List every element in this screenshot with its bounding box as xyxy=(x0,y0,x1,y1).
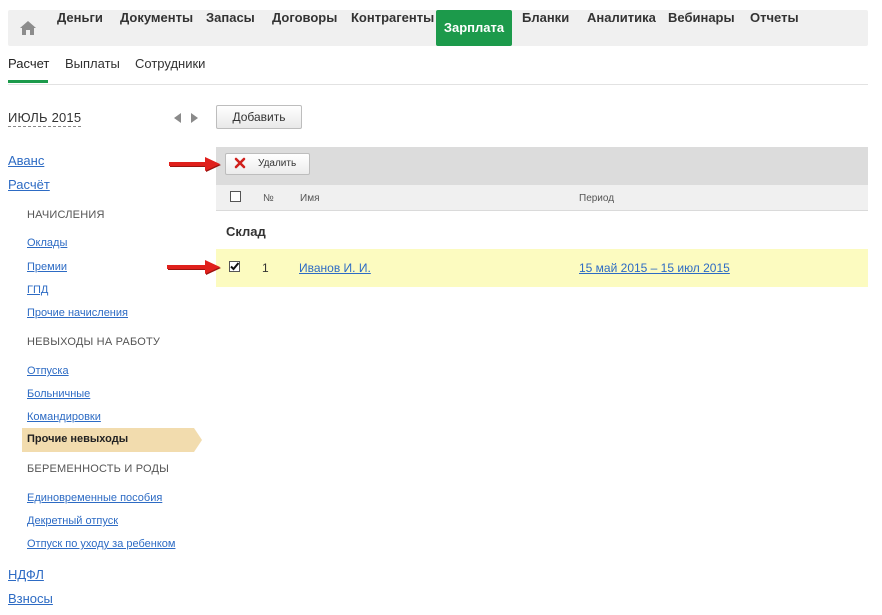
nav-documents[interactable]: Документы xyxy=(120,0,193,36)
sidebar-item-sick-leaves[interactable]: Больничные xyxy=(27,388,90,400)
sidebar-item-bonuses[interactable]: Премии xyxy=(27,261,67,273)
sidebar-item-salaries[interactable]: Оклады xyxy=(27,237,67,249)
sidebar-item-one-time-benefits[interactable]: Единовременные пособия xyxy=(27,492,162,504)
sidebar-item-maternity-leave[interactable]: Декретный отпуск xyxy=(27,515,118,527)
delete-x-icon xyxy=(234,157,246,169)
sidebar-link-contributions[interactable]: Взносы xyxy=(8,591,53,606)
annotation-arrow-icon xyxy=(169,157,221,172)
divider xyxy=(8,84,868,85)
nav-money[interactable]: Деньги xyxy=(57,0,103,36)
column-header-number: № xyxy=(263,193,274,204)
column-header-name: Имя xyxy=(300,193,320,204)
group-title: Склад xyxy=(226,224,266,239)
add-button[interactable]: Добавить xyxy=(216,105,302,129)
sidebar-item-other-accruals[interactable]: Прочие начисления xyxy=(27,307,128,319)
annotation-arrow-icon xyxy=(167,260,221,275)
tab-employees[interactable]: Сотрудники xyxy=(135,56,205,71)
next-month-icon[interactable] xyxy=(191,113,198,123)
sidebar-item-gpd[interactable]: ГПД xyxy=(27,284,48,296)
nav-salary[interactable]: Зарплата xyxy=(436,10,512,46)
prev-month-icon[interactable] xyxy=(174,113,181,123)
nav-webinars[interactable]: Вебинары xyxy=(668,0,735,36)
sidebar-heading-absences: НЕВЫХОДЫ НА РАБОТУ xyxy=(27,336,161,348)
sidebar-heading-accruals: НАЧИСЛЕНИЯ xyxy=(27,209,105,221)
month-arrows xyxy=(173,111,199,123)
row-number: 1 xyxy=(262,261,269,275)
house-icon xyxy=(20,21,36,35)
sidebar-item-vacations[interactable]: Отпуска xyxy=(27,365,69,377)
nav-reports[interactable]: Отчеты xyxy=(750,0,799,36)
sidebar-item-childcare-leave[interactable]: Отпуск по уходу за ребенком xyxy=(27,538,175,550)
tab-calculation[interactable]: Расчет xyxy=(8,56,49,71)
tab-payments[interactable]: Выплаты xyxy=(65,56,120,71)
month-selector[interactable]: ИЮЛЬ 2015 xyxy=(8,110,82,127)
delete-button-label: Удалить xyxy=(258,158,297,169)
employee-name-link[interactable]: Иванов И. И. xyxy=(299,261,371,275)
sidebar-link-calculation[interactable]: Расчёт xyxy=(8,177,50,192)
nav-contractors[interactable]: Контрагенты xyxy=(351,0,434,36)
nav-analytics[interactable]: Аналитика xyxy=(587,0,656,36)
row-checkbox[interactable] xyxy=(229,261,240,272)
table-toolbar xyxy=(216,147,868,185)
column-header-period: Период xyxy=(579,193,615,204)
sidebar-item-business-trips[interactable]: Командировки xyxy=(27,411,101,423)
sidebar-item-other-absences[interactable]: Прочие невыходы xyxy=(22,428,202,452)
delete-button[interactable]: Удалить xyxy=(225,153,310,175)
home-button[interactable] xyxy=(8,10,48,46)
active-tab-indicator xyxy=(8,80,48,83)
sidebar-heading-maternity: БЕРЕМЕННОСТЬ И РОДЫ xyxy=(27,463,170,475)
period-link[interactable]: 15 май 2015 – 15 июл 2015 xyxy=(579,261,730,275)
sidebar-item-label: Прочие невыходы xyxy=(27,433,129,445)
sidebar-link-advance[interactable]: Аванс xyxy=(8,153,44,168)
nav-forms[interactable]: Бланки xyxy=(522,0,569,36)
nav-contracts[interactable]: Договоры xyxy=(272,0,337,36)
sidebar-link-ndfl[interactable]: НДФЛ xyxy=(8,567,44,582)
nav-stocks[interactable]: Запасы xyxy=(206,0,255,36)
select-all-checkbox[interactable] xyxy=(230,191,241,202)
check-icon xyxy=(230,262,240,271)
